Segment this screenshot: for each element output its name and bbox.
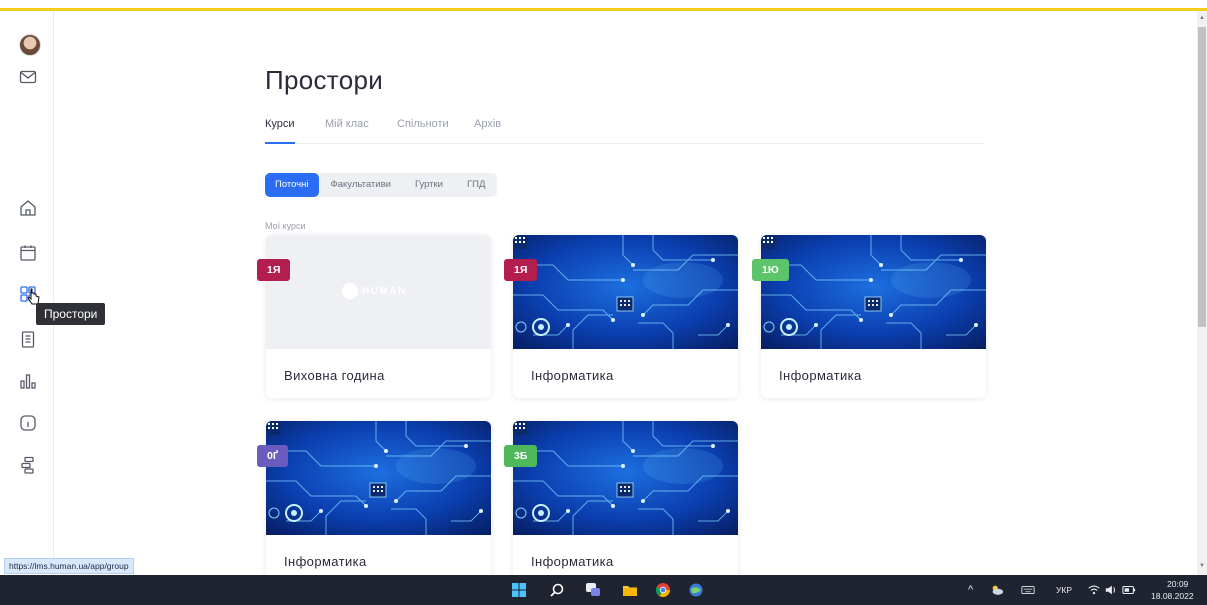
- tab-courses[interactable]: Курси: [265, 118, 295, 130]
- home-icon[interactable]: [17, 197, 39, 219]
- keyboard-icon[interactable]: [1021, 583, 1035, 597]
- sidebar-tooltip: Простори: [36, 303, 106, 325]
- course-title: Виховна година: [284, 368, 385, 383]
- scroll-thumb[interactable]: [1198, 27, 1206, 327]
- section-label: Мої курси: [265, 221, 306, 231]
- info-icon[interactable]: [17, 412, 39, 434]
- circuit-board-image: [761, 235, 986, 349]
- tab-archive[interactable]: Архів: [474, 118, 501, 130]
- course-filter: Поточні Факультативи Гуртки ГПД: [265, 173, 498, 197]
- structure-icon[interactable]: [17, 454, 39, 476]
- clipboard-icon[interactable]: [17, 328, 39, 350]
- scroll-down-icon[interactable]: ▼: [1199, 563, 1205, 569]
- weather-icon[interactable]: [990, 583, 1004, 597]
- course-title: Інформатика: [779, 368, 862, 383]
- search-icon[interactable]: [549, 582, 565, 598]
- space-tabs: Курси Мій клас Спільноти Архів: [265, 118, 985, 144]
- circuit-board-image: [513, 235, 738, 349]
- top-accent-stripe: [0, 8, 1207, 11]
- filter-electives[interactable]: Факультативи: [319, 173, 403, 197]
- class-badge: 1Я: [504, 259, 538, 281]
- course-image-placeholder: HUMAN: [266, 235, 491, 349]
- course-title: Інформатика: [531, 554, 614, 569]
- browser-top: [0, 0, 1207, 8]
- tab-active-indicator: [265, 142, 295, 144]
- battery-icon[interactable]: [1122, 583, 1136, 597]
- volume-icon[interactable]: [1104, 583, 1118, 597]
- circuit-board-image: [266, 421, 491, 535]
- course-card[interactable]: Інформатика: [513, 235, 738, 398]
- windows-start-icon[interactable]: [511, 582, 527, 598]
- scroll-up-icon[interactable]: ▲: [1199, 15, 1205, 21]
- tab-my-class[interactable]: Мій клас: [325, 118, 369, 130]
- filter-clubs[interactable]: Гуртки: [403, 173, 455, 197]
- taskbar: ^ УКР 20:09 18.08.2022: [0, 575, 1207, 605]
- wifi-icon[interactable]: [1087, 583, 1101, 597]
- clock-date[interactable]: 18.08.2022: [1151, 591, 1194, 601]
- filter-afterschool[interactable]: ГПД: [455, 173, 497, 197]
- chevron-up-icon[interactable]: ^: [968, 584, 973, 596]
- course-card[interactable]: Інформатика: [513, 421, 738, 584]
- language-indicator[interactable]: УКР: [1056, 585, 1072, 595]
- class-badge: 1Ю: [752, 259, 789, 281]
- course-title: Інформатика: [531, 368, 614, 383]
- clock-time[interactable]: 20:09: [1167, 579, 1188, 589]
- app-globe-icon[interactable]: [688, 582, 704, 598]
- course-card[interactable]: Інформатика: [761, 235, 986, 398]
- file-explorer-icon[interactable]: [622, 582, 638, 598]
- course-card[interactable]: HUMAN Виховна година: [266, 235, 491, 398]
- page-title: Простори: [265, 65, 384, 95]
- human-logo: HUMAN: [342, 283, 407, 299]
- mail-icon[interactable]: [17, 66, 39, 88]
- chat-icon[interactable]: [585, 582, 601, 598]
- avatar[interactable]: [19, 34, 41, 56]
- circuit-board-image: [513, 421, 738, 535]
- class-badge: 0Ґ: [257, 445, 288, 467]
- course-card[interactable]: Інформатика: [266, 421, 491, 584]
- filter-current[interactable]: Поточні: [265, 173, 319, 197]
- chart-icon[interactable]: [17, 370, 39, 392]
- status-url: https://lms.human.ua/app/group: [4, 558, 134, 574]
- chrome-icon[interactable]: [655, 582, 671, 598]
- tab-communities[interactable]: Спільноти: [397, 118, 449, 130]
- calendar-icon[interactable]: [17, 242, 39, 264]
- page-scrollbar[interactable]: ▲ ▼: [1197, 11, 1207, 575]
- course-title: Інформатика: [284, 554, 367, 569]
- class-badge: 1Я: [257, 259, 291, 281]
- class-badge: 3Б: [504, 445, 538, 467]
